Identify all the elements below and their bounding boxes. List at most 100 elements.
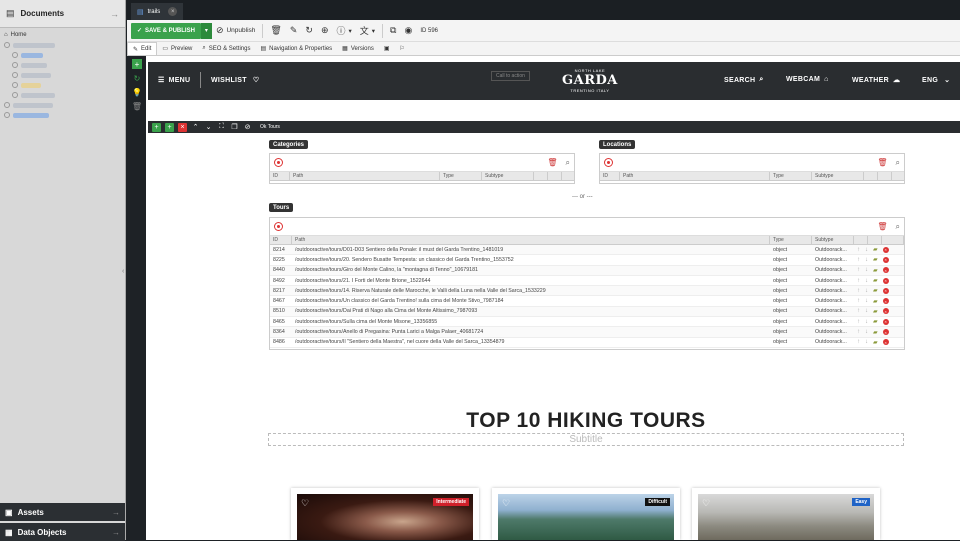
- expand-icon[interactable]: [4, 42, 10, 48]
- tree-item[interactable]: [4, 80, 121, 90]
- search-icon[interactable]: ⌕: [896, 158, 900, 168]
- expand-arrow-icon[interactable]: →: [112, 508, 120, 517]
- move-up-icon[interactable]: ↑: [857, 257, 860, 263]
- target-icon[interactable]: [274, 222, 283, 231]
- open-folder-icon[interactable]: ▰: [873, 277, 878, 284]
- move-down-icon[interactable]: ↓: [865, 339, 868, 345]
- table-row[interactable]: 8465/outdooractive/tours/Sulla cima del …: [270, 317, 904, 328]
- table-row[interactable]: 8510/outdooractive/tours/Dai Prati di Na…: [270, 306, 904, 318]
- copy-icon[interactable]: ❐: [230, 123, 239, 132]
- translate-button[interactable]: 文 ▾: [356, 23, 379, 39]
- open-folder-icon[interactable]: ▰: [873, 287, 878, 294]
- preview-button[interactable]: ◉: [400, 23, 416, 39]
- table-row[interactable]: 8217/outdooractive/tours/14. Riserva Nat…: [270, 286, 904, 297]
- tree-home[interactable]: ⌂ Home: [4, 30, 121, 40]
- garda-logo[interactable]: NORTH LAKE GARDA TRENTINO ITALY: [562, 68, 618, 93]
- hide-icon[interactable]: ⊘: [243, 123, 252, 132]
- search-icon[interactable]: ⌕: [896, 222, 900, 232]
- move-down-icon[interactable]: ↓: [865, 257, 868, 263]
- tab-trails[interactable]: ▤ trails ×: [131, 3, 184, 20]
- open-folder-icon[interactable]: ▰: [873, 256, 878, 263]
- move-up-icon[interactable]: ↑: [857, 329, 860, 335]
- trash-icon[interactable]: 🗑: [132, 101, 142, 111]
- add-after-icon[interactable]: +: [165, 122, 174, 132]
- rename-button[interactable]: ✎: [286, 23, 302, 39]
- table-row[interactable]: 8440/outdooractive/tours/Giro del Monte …: [270, 265, 904, 276]
- open-folder-icon[interactable]: ▰: [873, 329, 878, 336]
- open-folder-icon[interactable]: ▰: [873, 339, 878, 346]
- heart-icon[interactable]: ♡: [301, 498, 309, 509]
- move-up-icon[interactable]: ↑: [857, 288, 860, 294]
- unpublish-button[interactable]: ⊘ Unpublish: [212, 23, 259, 39]
- site-language[interactable]: ENG ⌄: [922, 76, 950, 85]
- open-folder-icon[interactable]: ▰: [873, 267, 878, 274]
- clear-icon[interactable]: 🗑: [877, 158, 887, 168]
- page-heading[interactable]: TOP 10 HIKING TOURS: [268, 409, 904, 433]
- save-publish-button[interactable]: ✓ SAVE & PUBLISH: [131, 22, 201, 39]
- open-folder-icon[interactable]: ▰: [873, 308, 878, 315]
- tour-card[interactable]: ♡ Easy: [692, 488, 880, 540]
- move-up-icon[interactable]: ↑: [857, 308, 860, 314]
- clear-icon[interactable]: 🗑: [547, 158, 557, 168]
- remove-icon[interactable]: ×: [882, 246, 889, 253]
- tree-item[interactable]: [4, 100, 121, 110]
- reload-button[interactable]: ↻: [301, 23, 317, 39]
- remove-icon[interactable]: ×: [882, 277, 889, 284]
- add-block-icon[interactable]: +: [152, 122, 161, 132]
- tab-bookmark[interactable]: ⚐: [395, 42, 410, 55]
- tab-preview[interactable]: ▭ Preview: [157, 42, 197, 55]
- expand-icon[interactable]: [12, 92, 18, 98]
- tab-schedule[interactable]: ▣: [379, 42, 395, 55]
- lightbulb-icon[interactable]: 💡: [132, 87, 142, 97]
- expand-icon[interactable]: [12, 52, 18, 58]
- remove-icon[interactable]: ×: [882, 329, 889, 336]
- table-row[interactable]: 8364/outdooractive/tours/Anello di Prega…: [270, 327, 904, 338]
- move-down-icon[interactable]: ↓: [865, 308, 868, 314]
- call-to-action-placeholder[interactable]: Call to action: [491, 71, 530, 81]
- tree-item[interactable]: [4, 90, 121, 100]
- tab-navigation[interactable]: ▤ Navigation & Properties: [255, 42, 337, 55]
- table-row[interactable]: 8492/outdooractive/tours/21. I Forti del…: [270, 276, 904, 287]
- remove-icon[interactable]: ×: [882, 308, 889, 315]
- remove-icon[interactable]: ×: [882, 318, 889, 325]
- expand-icon[interactable]: [4, 102, 10, 108]
- move-down-icon[interactable]: ↓: [865, 298, 868, 304]
- documents-header[interactable]: ▤ Documents →: [0, 0, 125, 28]
- open-folder-icon[interactable]: ▰: [873, 246, 878, 253]
- assets-header[interactable]: ▣ Assets →: [0, 503, 125, 521]
- site-webcam[interactable]: WEBCAM ⌂: [786, 76, 829, 83]
- add-icon[interactable]: +: [132, 59, 142, 69]
- open-folder-icon[interactable]: ▰: [873, 318, 878, 325]
- data-objects-header[interactable]: ▦ Data Objects →: [0, 523, 125, 541]
- clear-icon[interactable]: 🗑: [877, 222, 887, 232]
- expand-arrow-icon[interactable]: →: [110, 9, 119, 19]
- remove-icon[interactable]: ×: [882, 267, 889, 274]
- move-down-icon[interactable]: ↓: [865, 329, 868, 335]
- move-down-icon[interactable]: ↓: [865, 267, 868, 273]
- tree-item[interactable]: [4, 110, 121, 120]
- panel-collapse-icon[interactable]: ‹: [122, 268, 128, 278]
- site-wishlist[interactable]: WISHLIST ♡: [211, 76, 259, 85]
- move-down-icon[interactable]: ↓: [865, 278, 868, 284]
- table-row[interactable]: 8214/outdooractive/tours/D01-D03 Sentier…: [270, 245, 904, 256]
- target-icon[interactable]: [274, 158, 283, 167]
- move-up-icon[interactable]: ⌃: [191, 123, 200, 132]
- remove-icon[interactable]: ×: [882, 339, 889, 346]
- fullscreen-icon[interactable]: ⛶: [217, 123, 226, 132]
- expand-icon[interactable]: [12, 82, 18, 88]
- tab-edit[interactable]: ✎ Edit: [127, 42, 158, 55]
- target-icon[interactable]: [604, 158, 613, 167]
- tree-item[interactable]: [4, 40, 121, 50]
- expand-icon[interactable]: [12, 62, 18, 68]
- table-row[interactable]: 8225/outdooractive/tours/20. Sendero Bus…: [270, 255, 904, 266]
- table-row[interactable]: 8467/outdooractive/tours/Un classico del…: [270, 296, 904, 307]
- search-icon[interactable]: ⌕: [566, 158, 570, 168]
- locate-button[interactable]: ⊕: [317, 23, 333, 39]
- refresh-icon[interactable]: ↻: [132, 73, 142, 83]
- move-up-icon[interactable]: ↑: [857, 339, 860, 345]
- move-up-icon[interactable]: ↑: [857, 298, 860, 304]
- open-folder-icon[interactable]: ▰: [873, 298, 878, 305]
- move-up-icon[interactable]: ↑: [857, 319, 860, 325]
- site-menu[interactable]: ☰ MENU: [158, 76, 190, 85]
- tab-seo[interactable]: ⌕ SEO & Settings: [197, 42, 255, 55]
